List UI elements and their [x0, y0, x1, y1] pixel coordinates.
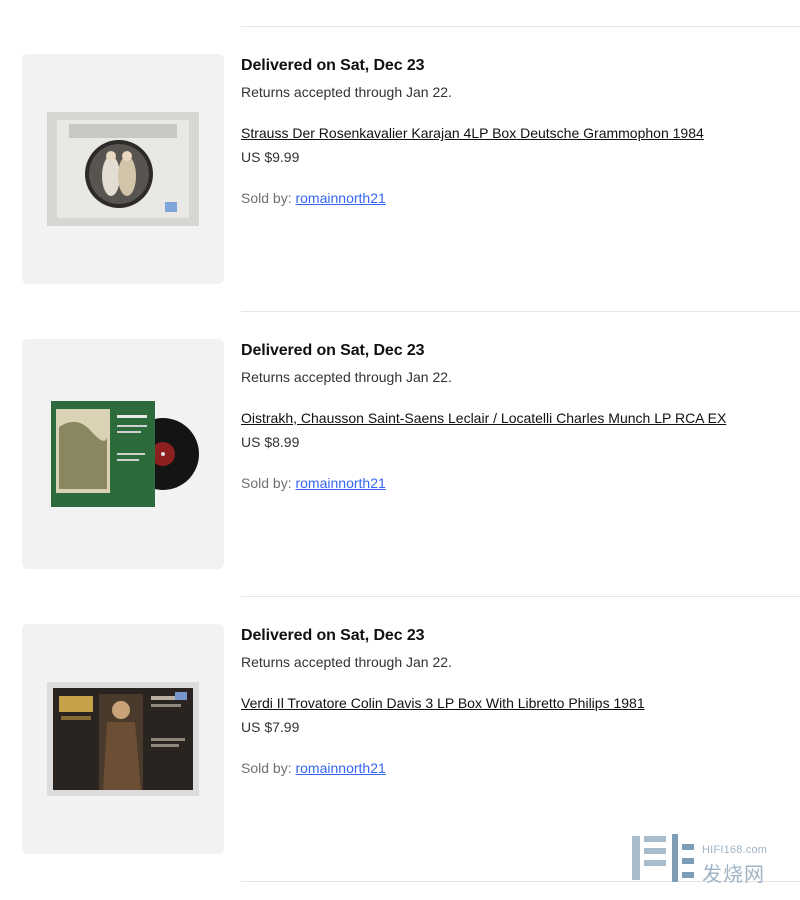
seller-label: Sold by: [241, 760, 292, 776]
returns-info: Returns accepted through Jan 22. [241, 369, 452, 385]
seller-info: Sold by: romainnorth21 [241, 759, 796, 777]
seller-label: Sold by: [241, 475, 292, 491]
item-title-link[interactable]: Verdi Il Trovatore Colin Davis 3 LP Box … [241, 694, 796, 712]
returns-info: Returns accepted through Jan 22. [241, 84, 452, 100]
divider [241, 596, 800, 597]
order-item: Delivered on Sat, Dec 23 Returns accepte… [0, 624, 800, 856]
seller-link[interactable]: romainnorth21 [295, 190, 385, 206]
order-item: Delivered on Sat, Dec 23 Returns accepte… [0, 54, 800, 286]
trovatore-box-cover [47, 682, 199, 796]
item-thumbnail[interactable] [22, 54, 224, 284]
rosenkavalier-box-cover [47, 112, 199, 226]
delivery-status: Delivered on Sat, Dec 23 [241, 627, 425, 644]
seller-info: Sold by: romainnorth21 [241, 189, 796, 207]
delivery-status: Delivered on Sat, Dec 23 [241, 342, 425, 359]
seller-label: Sold by: [241, 190, 292, 206]
order-details: Delivered on Sat, Dec 23 Returns accepte… [241, 339, 796, 492]
item-price: US $9.99 [241, 149, 300, 165]
item-title-link[interactable]: Strauss Der Rosenkavalier Karajan 4LP Bo… [241, 124, 796, 142]
item-price: US $8.99 [241, 434, 300, 450]
watermark-text: 发烧网 [702, 864, 765, 886]
seller-link[interactable]: romainnorth21 [295, 475, 385, 491]
watermark-logo-icon [632, 834, 694, 882]
seller-info: Sold by: romainnorth21 [241, 474, 796, 492]
item-thumbnail[interactable] [22, 339, 224, 569]
watermark-url: HIFI168.com [702, 844, 768, 856]
seller-link[interactable]: romainnorth21 [295, 760, 385, 776]
order-details: Delivered on Sat, Dec 23 Returns accepte… [241, 624, 796, 777]
item-thumbnail[interactable] [22, 624, 224, 854]
divider [241, 311, 800, 312]
order-details: Delivered on Sat, Dec 23 Returns accepte… [241, 54, 796, 207]
order-item: Delivered on Sat, Dec 23 Returns accepte… [0, 339, 800, 571]
divider [241, 26, 800, 27]
item-title-link[interactable]: Oistrakh, Chausson Saint-Saens Leclair /… [241, 409, 796, 427]
site-watermark: HIFI168.com 发烧网 [628, 830, 798, 886]
order-list: Delivered on Sat, Dec 23 Returns accepte… [0, 0, 800, 900]
returns-info: Returns accepted through Jan 22. [241, 654, 452, 670]
item-price: US $7.99 [241, 719, 300, 735]
oistrakh-lp-cover [47, 397, 199, 511]
delivery-status: Delivered on Sat, Dec 23 [241, 57, 425, 74]
